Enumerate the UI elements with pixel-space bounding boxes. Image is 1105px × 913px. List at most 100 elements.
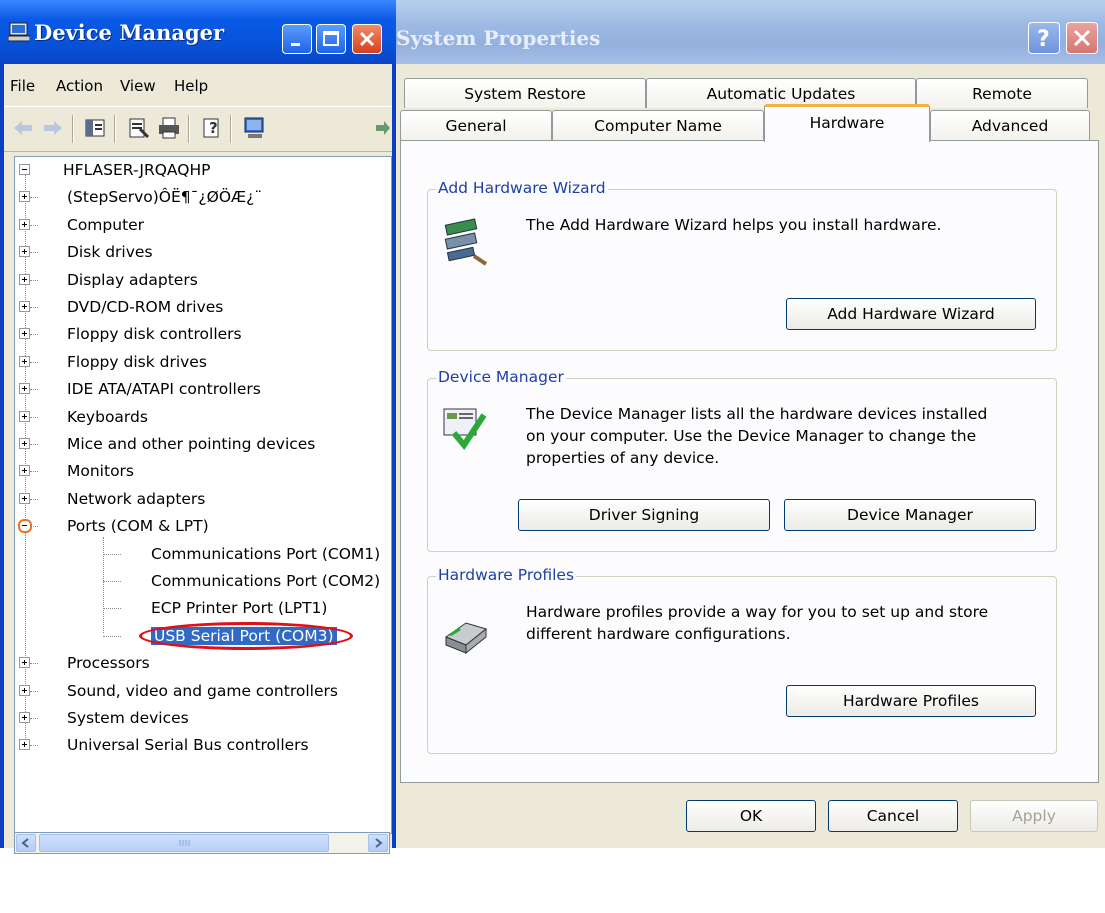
- print-icon[interactable]: [156, 115, 182, 141]
- tree-item[interactable]: System devices: [15, 707, 391, 733]
- tree-item[interactable]: Sound, video and game controllers: [15, 680, 391, 706]
- tab-computer-name[interactable]: Computer Name: [552, 110, 764, 140]
- tree-item[interactable]: Universal Serial Bus controllers: [15, 734, 391, 760]
- toolbar: ?: [4, 106, 392, 152]
- collapse-toggle[interactable]: [19, 164, 30, 175]
- device-manager-window: Device Manager File Action View Help ? H…: [0, 0, 396, 861]
- tree-item[interactable]: Computer: [15, 214, 391, 240]
- tree-item-label: Display adapters: [67, 270, 198, 289]
- group-hardware-profiles: Hardware Profiles Hardware profiles prov…: [427, 566, 1057, 754]
- expand-toggle[interactable]: [19, 383, 30, 395]
- device-tree[interactable]: HFLASER-JRQAQHP (StepServo)ÔË¶¯¿ØÖÆ¿¨ Comp…: [14, 156, 392, 834]
- expand-toggle[interactable]: [19, 739, 30, 751]
- expand-toggle[interactable]: [19, 657, 30, 669]
- hardware-tab-panel: Add Hardware Wizard The Add Hardware Wiz…: [400, 140, 1099, 783]
- tree-root[interactable]: HFLASER-JRQAQHP: [15, 159, 385, 185]
- tree-item[interactable]: Ports (COM & LPT): [15, 515, 391, 541]
- hardware-profiles-button[interactable]: Hardware Profiles: [786, 685, 1036, 717]
- tree-child-item[interactable]: ECP Printer Port (LPT1): [15, 597, 391, 623]
- menu-file[interactable]: File: [10, 77, 35, 95]
- menu-action[interactable]: Action: [56, 77, 103, 95]
- network-card-icon: [39, 186, 63, 208]
- tree-item[interactable]: Monitors: [15, 460, 391, 486]
- expand-toggle[interactable]: [19, 328, 30, 340]
- tree-connector: [30, 444, 38, 445]
- expand-toggle[interactable]: [19, 218, 30, 230]
- tree-child-item[interactable]: USB Serial Port (COM3): [15, 621, 391, 651]
- tree-item[interactable]: Processors: [15, 652, 391, 678]
- device-manager-button[interactable]: Device Manager: [784, 499, 1036, 531]
- tree-item[interactable]: DVD/CD-ROM drives: [15, 296, 391, 322]
- close-button[interactable]: [352, 24, 382, 54]
- tree-item-label: DVD/CD-ROM drives: [67, 298, 224, 316]
- help-button[interactable]: ?: [1028, 22, 1060, 54]
- tree-item[interactable]: Display adapters: [15, 269, 391, 295]
- expand-toggle[interactable]: [19, 191, 30, 203]
- tab-general[interactable]: General: [400, 110, 552, 140]
- device-manager-description-line3: properties of any device.: [526, 449, 720, 467]
- maximize-button[interactable]: [316, 24, 346, 54]
- device-manager-checkmark-icon: [443, 408, 487, 451]
- add-hardware-wizard-icon: [444, 218, 488, 266]
- back-arrow-icon[interactable]: [10, 115, 36, 141]
- properties-icon[interactable]: [126, 115, 152, 141]
- tree-item-label: Floppy disk controllers: [67, 325, 242, 344]
- apply-button[interactable]: Apply: [970, 800, 1098, 832]
- tree-connector: [30, 663, 38, 665]
- tab-system-restore[interactable]: System Restore: [404, 78, 646, 108]
- expand-toggle[interactable]: [19, 492, 30, 504]
- scroll-left-button[interactable]: [16, 834, 36, 852]
- expand-toggle[interactable]: [19, 712, 30, 723]
- scan-hardware-icon[interactable]: [242, 115, 268, 141]
- tab-hardware[interactable]: Hardware: [764, 104, 930, 142]
- cancel-button[interactable]: Cancel: [828, 800, 958, 832]
- tree-connector: [30, 389, 38, 391]
- menu-view[interactable]: View: [120, 77, 156, 95]
- scroll-thumb[interactable]: [39, 834, 329, 852]
- system-properties-titlebar[interactable]: System Properties ?: [396, 0, 1105, 64]
- add-hardware-wizard-button[interactable]: Add Hardware Wizard: [786, 298, 1036, 330]
- tree-child-item[interactable]: Communications Port (COM2): [15, 570, 391, 596]
- tree-item[interactable]: Floppy disk drives: [15, 351, 391, 377]
- forward-arrow-icon[interactable]: [40, 115, 66, 141]
- tab-remote[interactable]: Remote: [916, 78, 1088, 108]
- toolbar-overflow-icon[interactable]: [374, 115, 392, 141]
- ok-button[interactable]: OK: [686, 800, 816, 832]
- expand-toggle[interactable]: [19, 410, 30, 422]
- tree-child-item[interactable]: Communications Port (COM1): [15, 543, 391, 569]
- show-hide-console-tree-icon[interactable]: [82, 115, 108, 141]
- tree-item[interactable]: Network adapters: [15, 488, 391, 514]
- system-properties-window: System Properties ? System Restore Autom…: [396, 0, 1105, 848]
- expand-toggle[interactable]: [19, 246, 30, 258]
- expand-toggle[interactable]: [19, 684, 30, 696]
- help-icon[interactable]: ?: [200, 115, 226, 141]
- device-manager-app-icon: [8, 22, 30, 42]
- scroll-right-button[interactable]: [368, 834, 388, 852]
- tree-connector: [30, 690, 38, 692]
- tree-item[interactable]: (StepServo)ÔË¶¯¿ØÖÆ¿¨: [15, 186, 391, 212]
- horizontal-scrollbar[interactable]: [14, 832, 390, 854]
- expand-toggle[interactable]: [19, 301, 30, 312]
- expand-toggle[interactable]: [19, 273, 30, 285]
- menu-help[interactable]: Help: [174, 77, 208, 95]
- minimize-icon: [291, 43, 300, 46]
- expand-toggle[interactable]: [19, 465, 30, 477]
- tree-item-label: ECP Printer Port (LPT1): [151, 599, 328, 618]
- tree-item[interactable]: IDE ATA/ATAPI controllers: [15, 378, 391, 404]
- expand-toggle[interactable]: [19, 355, 30, 367]
- tree-item-label: Processors: [67, 654, 150, 673]
- tab-advanced[interactable]: Advanced: [930, 110, 1090, 140]
- device-manager-titlebar[interactable]: Device Manager: [0, 0, 396, 64]
- minimize-button[interactable]: [282, 24, 312, 54]
- tree-item[interactable]: Disk drives: [15, 241, 391, 267]
- floppy-controller-icon: [39, 323, 63, 345]
- close-button[interactable]: [1066, 22, 1098, 54]
- driver-signing-button[interactable]: Driver Signing: [518, 499, 770, 531]
- tree-item[interactable]: Floppy disk controllers: [15, 323, 391, 349]
- tree-item-label: Computer: [67, 215, 145, 234]
- expand-toggle[interactable]: [19, 438, 30, 449]
- tree-item[interactable]: Mice and other pointing devices: [15, 433, 391, 459]
- tree-root-label: HFLASER-JRQAQHP: [63, 161, 211, 179]
- tree-item[interactable]: Keyboards: [15, 406, 391, 432]
- sound-icon: [39, 680, 63, 702]
